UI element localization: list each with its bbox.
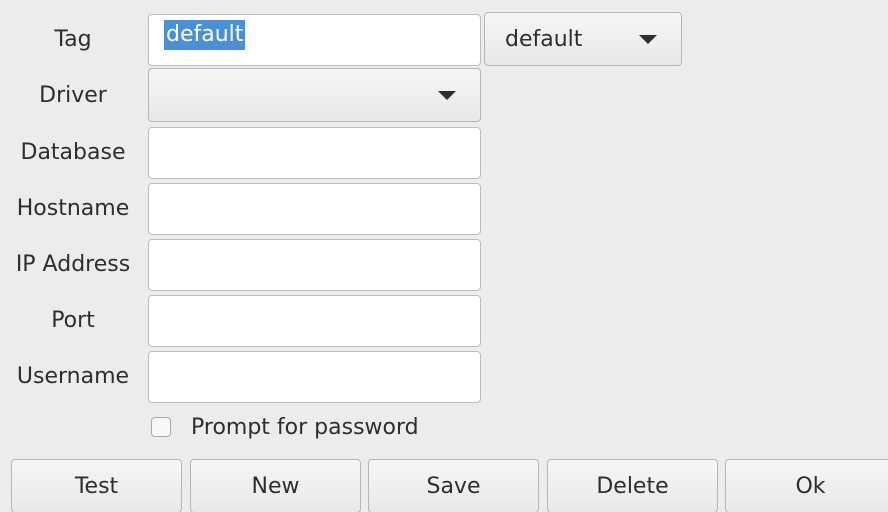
ip-address-label: IP Address [15,252,131,277]
port-input[interactable] [148,295,481,347]
prompt-password-label: Prompt for password [191,414,419,440]
new-button[interactable]: New [190,459,361,512]
ip-address-input[interactable] [148,239,481,291]
port-label: Port [51,308,95,333]
tag-selector-value: default [505,26,583,52]
prompt-password-row[interactable]: Prompt for password [151,409,419,445]
chevron-down-icon [639,34,657,44]
driver-dropdown[interactable] [148,68,481,122]
tag-selector-dropdown[interactable]: default [484,12,682,66]
username-input[interactable] [148,351,481,403]
ok-button[interactable]: Ok [725,459,888,512]
connection-dialog: Tag default default Driver Database Host… [0,0,888,512]
hostname-input[interactable] [148,183,481,235]
hostname-label: Hostname [16,196,130,221]
tag-label: Tag [54,27,92,52]
tag-input-value: default [164,20,246,50]
driver-label: Driver [39,83,107,108]
save-button[interactable]: Save [368,459,539,512]
test-button[interactable]: Test [11,459,182,512]
database-label: Database [20,140,126,165]
username-label: Username [16,364,130,389]
database-input[interactable] [148,127,481,179]
prompt-password-checkbox[interactable] [151,417,171,437]
chevron-down-icon [438,90,456,100]
delete-button[interactable]: Delete [547,459,718,512]
